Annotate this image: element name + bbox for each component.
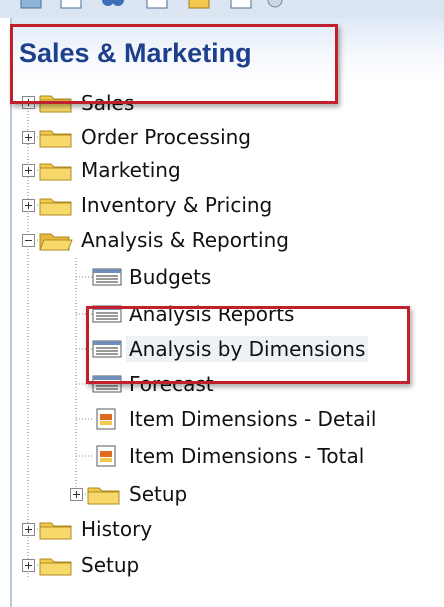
collapse-icon[interactable] (22, 234, 35, 247)
folder-icon (87, 487, 120, 505)
tree-item-setup[interactable]: Setup (78, 550, 142, 580)
tree-item-label: Budgets (129, 265, 212, 289)
expand-icon[interactable] (70, 488, 83, 501)
folder-icon (39, 558, 72, 576)
folder-icon (39, 130, 72, 148)
tree-item-history[interactable]: History (78, 514, 155, 544)
toolbar-icon[interactable] (262, 0, 288, 12)
tree-item-label: Inventory & Pricing (81, 193, 273, 217)
expand-icon[interactable] (22, 199, 35, 212)
folder-icon (39, 522, 72, 540)
highlight-box-title (10, 24, 338, 104)
tree-item-label: Analysis & Reporting (81, 228, 289, 252)
tree-item-label: Setup (129, 482, 188, 506)
tree-item-item-dimensions-total[interactable]: Item Dimensions - Total (126, 441, 367, 471)
toolbar-icon[interactable] (228, 0, 254, 12)
toolbar-icon[interactable] (186, 0, 212, 12)
folder-icon (39, 198, 72, 216)
tree-item-budgets[interactable]: Budgets (126, 262, 214, 292)
expand-icon[interactable] (22, 523, 35, 536)
tree-item-setup-analysis[interactable]: Setup (126, 479, 190, 509)
toolbar-icon[interactable] (58, 0, 84, 12)
expand-icon[interactable] (22, 131, 35, 144)
folder-icon (39, 163, 72, 181)
tree-item-label: Order Processing (81, 125, 251, 149)
expand-icon[interactable] (22, 164, 35, 177)
toolbar (0, 0, 444, 18)
tree-item-inventory-pricing[interactable]: Inventory & Pricing (78, 190, 275, 220)
tree-item-label: Setup (81, 553, 140, 577)
open-folder-icon (39, 233, 73, 251)
report-icon (96, 445, 116, 467)
tree-item-marketing[interactable]: Marketing (78, 155, 184, 185)
tree-item-item-dimensions-detail[interactable]: Item Dimensions - Detail (126, 404, 379, 434)
toolbar-icon[interactable] (144, 0, 170, 12)
report-icon (96, 408, 116, 430)
tree-item-label: History (81, 517, 153, 541)
toolbar-icon[interactable] (18, 0, 44, 12)
tree-item-label: Item Dimensions - Total (129, 444, 365, 468)
tree-item-label: Marketing (81, 158, 181, 182)
list-page-icon (92, 268, 122, 286)
tree-item-label: Item Dimensions - Detail (129, 407, 377, 431)
toolbar-icon[interactable] (100, 0, 126, 12)
tree-item-order-processing[interactable]: Order Processing (78, 122, 254, 152)
highlight-box-analysis (86, 306, 410, 384)
tree-item-analysis-reporting[interactable]: Analysis & Reporting (78, 225, 292, 255)
expand-icon[interactable] (22, 559, 35, 572)
